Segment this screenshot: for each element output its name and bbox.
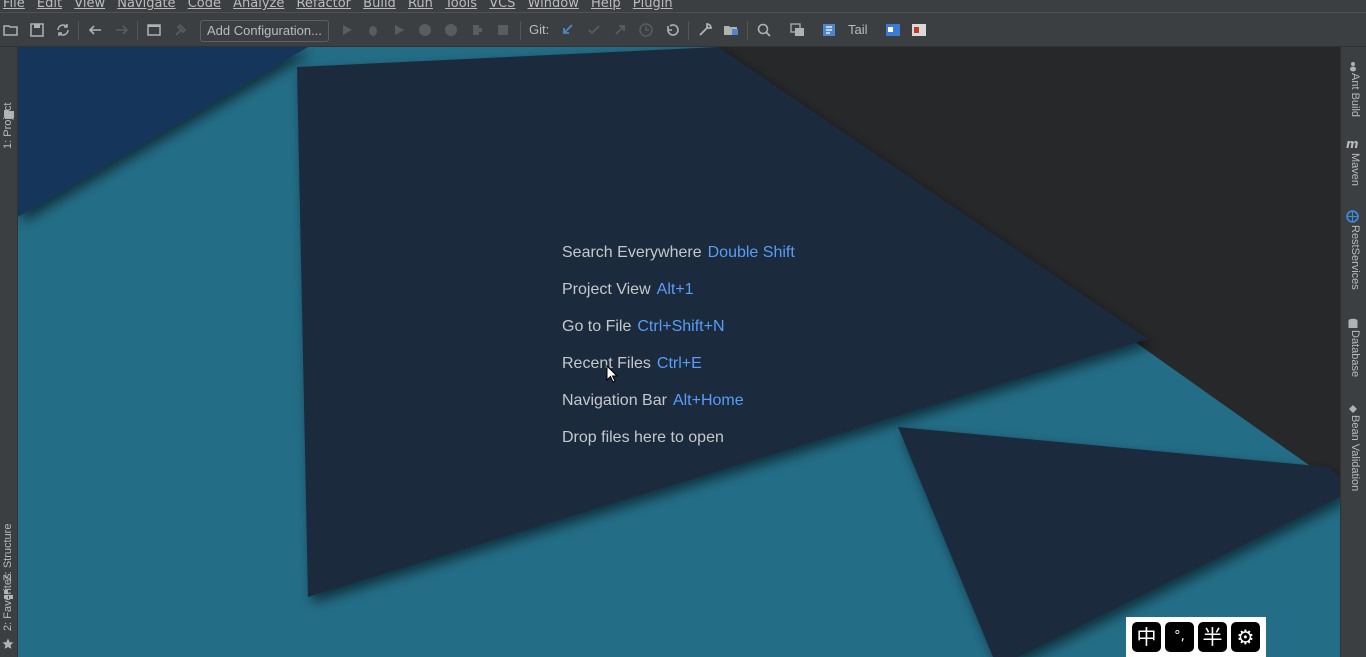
mouse-cursor-icon: [606, 364, 619, 387]
tab-favorites[interactable]: 2: Favorites: [2, 574, 14, 631]
database-icon: [1347, 315, 1359, 328]
attach-debugger-icon[interactable]: [468, 21, 486, 39]
hint-action: Navigation Bar: [562, 392, 667, 409]
hint-shortcut: Ctrl+Shift+N: [637, 318, 725, 335]
ime-settings-gear-icon[interactable]: ⚙: [1231, 622, 1260, 652]
back-arrow-icon[interactable]: [86, 21, 104, 39]
git-label: Git:: [529, 22, 550, 37]
profile-icon[interactable]: [416, 21, 434, 39]
hint-project-view: Project View Alt+1: [562, 281, 795, 318]
menu-file[interactable]: File: [3, 0, 25, 10]
hint-action: Go to File: [562, 318, 632, 335]
menu-navigate[interactable]: Navigate: [117, 0, 175, 10]
hint-navigation-bar: Navigation Bar Alt+Home: [562, 392, 795, 429]
hint-action: Search Everywhere: [562, 244, 702, 261]
open-folder-icon[interactable]: [2, 21, 20, 39]
menu-edit[interactable]: Edit: [37, 0, 62, 10]
translate-icon[interactable]: [884, 21, 902, 39]
debug-bug-icon[interactable]: [364, 21, 382, 39]
toolbar-separator: [520, 21, 521, 40]
git-history-icon[interactable]: [637, 21, 655, 39]
save-icon[interactable]: [28, 21, 46, 39]
menu-tools[interactable]: Tools: [445, 0, 477, 10]
ant-icon: [1347, 57, 1359, 72]
menu-build[interactable]: Build: [363, 0, 396, 10]
hint-recent-files: Recent Files Ctrl+E: [562, 355, 795, 392]
profile-cpu-icon[interactable]: [442, 21, 460, 39]
tab-ant-build[interactable]: Ant Build: [1349, 73, 1361, 117]
tab-database[interactable]: Database: [1349, 330, 1361, 377]
sync-icon[interactable]: [54, 21, 72, 39]
terminal-windows-icon[interactable]: [788, 21, 806, 39]
toolbar-separator: [747, 21, 748, 40]
bean-validation-icon: [1347, 400, 1359, 413]
editor-empty-area[interactable]: Search Everywhere Double Shift Project Vi…: [18, 47, 1340, 657]
tab-maven[interactable]: Maven: [1349, 153, 1361, 186]
menu-vcs[interactable]: VCS: [489, 0, 515, 10]
ime-punctuation-button[interactable]: °,: [1165, 622, 1194, 652]
hint-action: Drop files here to open: [562, 429, 724, 446]
menu-analyze[interactable]: Analyze: [233, 0, 284, 10]
toolbar-separator: [688, 21, 689, 40]
stop-icon[interactable]: [494, 21, 512, 39]
search-icon[interactable]: [755, 21, 773, 39]
menu-bar: File Edit View Navigate Code Analyze Ref…: [0, 0, 1366, 12]
maven-icon: m: [1346, 137, 1359, 151]
hint-action: Project View: [562, 281, 651, 298]
menu-code[interactable]: Code: [188, 0, 221, 10]
git-rollback-icon[interactable]: [663, 21, 681, 39]
main-toolbar: Add Configuration... Git: Tail: [0, 12, 1366, 47]
toolbar-separator: [78, 21, 79, 40]
hint-shortcut: Alt+Home: [672, 392, 744, 409]
empty-editor-hints: Search Everywhere Double Shift Project Vi…: [562, 244, 795, 466]
menu-window[interactable]: Window: [528, 0, 579, 10]
settings-wrench-icon[interactable]: [696, 21, 714, 39]
right-tool-strip: Ant Build m Maven RestServices Database …: [1340, 47, 1366, 657]
menu-help[interactable]: Help: [591, 0, 621, 10]
hint-search-everywhere: Search Everywhere Double Shift: [562, 244, 795, 281]
tab-bean-validation[interactable]: Bean Validation: [1349, 415, 1361, 491]
menu-plugin[interactable]: Plugin: [633, 0, 673, 10]
tail-file-icon[interactable]: [820, 21, 838, 39]
tab-rest-services[interactable]: RestServices: [1349, 225, 1361, 290]
ime-chinese-mode-button[interactable]: 中: [1132, 622, 1161, 652]
git-commit-icon[interactable]: [585, 21, 603, 39]
hint-shortcut: Ctrl+E: [656, 355, 702, 372]
tab-structure[interactable]: Z: Structure: [2, 524, 14, 581]
menu-run[interactable]: Run: [408, 0, 433, 10]
project-structure-icon[interactable]: [722, 21, 740, 39]
hint-drop-files: Drop files here to open: [562, 429, 795, 466]
rest-services-icon: [1346, 208, 1359, 223]
ime-toolbar: 中 °, 半 ⚙: [1126, 617, 1266, 657]
hint-go-to-file: Go to File Ctrl+Shift+N: [562, 318, 795, 355]
hint-shortcut: Double Shift: [707, 244, 795, 261]
tail-label[interactable]: Tail: [848, 22, 868, 37]
forward-arrow-icon[interactable]: [113, 21, 131, 39]
menu-refactor[interactable]: Refactor: [296, 0, 351, 10]
left-tool-strip: 1: Project Z: Structure 2: Favorites: [0, 47, 18, 657]
git-push-icon[interactable]: [611, 21, 629, 39]
translate-replace-icon[interactable]: [910, 21, 928, 39]
build-hammer-icon[interactable]: [172, 21, 190, 39]
tab-project[interactable]: 1: Project: [2, 103, 14, 149]
run-coverage-icon[interactable]: [390, 21, 408, 39]
run-icon[interactable]: [338, 21, 356, 39]
menu-view[interactable]: View: [74, 0, 105, 10]
git-update-icon[interactable]: [559, 21, 577, 39]
star-icon: [2, 635, 14, 649]
toolbar-separator: [137, 21, 138, 40]
window-icon[interactable]: [145, 21, 163, 39]
hint-shortcut: Alt+1: [656, 281, 694, 298]
ime-half-width-button[interactable]: 半: [1198, 622, 1227, 652]
add-configuration-button[interactable]: Add Configuration...: [200, 20, 329, 42]
